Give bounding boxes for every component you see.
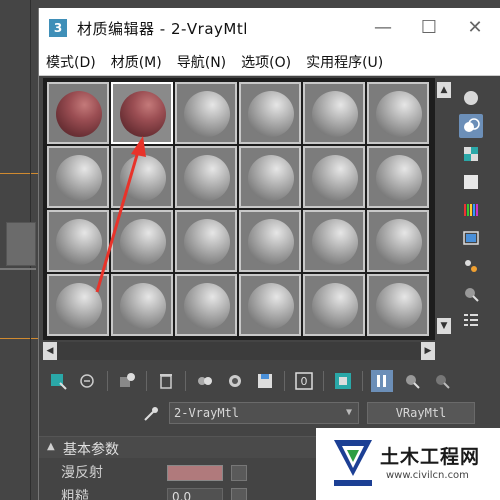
eyedropper-icon[interactable] [141,404,161,424]
scroll-right-button[interactable]: ▶ [421,342,435,360]
sample-uv-tiling-icon[interactable] [459,170,483,194]
make-unique-icon[interactable] [194,370,216,392]
toolbar-separator [362,371,363,391]
maximize-button[interactable]: ☐ [417,16,441,40]
watermark-logo-icon [334,440,372,486]
viewport-grid-line [0,338,38,339]
sample-type-sphere-icon[interactable] [459,86,483,110]
put-to-scene-icon[interactable] [77,370,99,392]
scroll-up-button[interactable]: ▲ [437,82,451,98]
annotation-arrow [95,136,146,293]
background-checker-icon[interactable] [459,142,483,166]
diffuse-color-swatch[interactable] [167,465,223,481]
video-color-check-icon[interactable] [459,198,483,222]
chevron-down-icon: ▼ [345,407,352,418]
toolbar-separator [185,371,186,391]
toolbar-separator [146,371,147,391]
reset-map-icon[interactable] [155,370,177,392]
toolbar-separator [107,371,108,391]
roughness-label: 粗糙 [61,489,89,500]
title-bar[interactable]: 3 材质编辑器 - 2-VrayMtl — ☐ ✕ [39,8,500,48]
watermark: 土木工程网 www.civilcn.com [316,428,500,500]
go-to-parent-icon[interactable] [401,370,423,392]
arrow-shaft [95,147,141,293]
show-shaded-icon[interactable] [332,370,354,392]
save-material-icon[interactable] [254,370,276,392]
watermark-title: 土木工程网 [380,446,481,468]
toolbar-separator [284,371,285,391]
app-icon: 3 [49,19,67,37]
diffuse-map-button[interactable] [231,465,247,481]
put-to-library-icon[interactable] [224,370,246,392]
viewport-grid-line [0,173,38,174]
menu-bar: 模式(D) 材质(M) 导航(N) 选项(O) 实用程序(U) [39,48,500,76]
show-end-result-icon[interactable] [371,370,393,392]
close-button[interactable]: ✕ [463,16,487,40]
menu-options[interactable]: 选项(O) [234,52,299,72]
material-editor-dialog: 3 材质编辑器 - 2-VrayMtl — ☐ ✕ 模式(D) 材质(M) 导航… [38,8,500,500]
assign-to-selection-icon[interactable] [116,370,138,392]
viewport-object-shadow [0,268,36,270]
material-name-field[interactable]: 2-VrayMtl ▼ [169,402,359,424]
bottom-toolbar: 0 [47,368,497,394]
roughness-map-button[interactable] [231,488,247,500]
watermark-url: www.civilcn.com [386,470,469,481]
roughness-value: 0.0 [172,490,192,500]
svg-text:0: 0 [301,375,308,388]
sample-slot-area [43,78,435,340]
scroll-left-button[interactable]: ◀ [43,342,57,360]
viewport-object [6,222,36,266]
material-id-channel-icon[interactable]: 0 [293,370,315,392]
menu-utilities[interactable]: 实用程序(U) [299,52,391,72]
material-name-text: 2-VrayMtl [174,406,240,420]
rollout-toggle-icon: ▲ [47,441,55,452]
material-name-row: 2-VrayMtl ▼ VRayMtl [39,402,500,426]
basic-params-title: 基本参数 [63,442,119,458]
scroll-down-button[interactable]: ▼ [437,318,451,334]
window-title: 材质编辑器 - 2-VrayMtl [77,19,248,38]
horizontal-scrollbar[interactable]: ◀ ▶ [43,342,435,360]
roughness-spinner[interactable]: 0.0 [167,488,223,500]
arrow-head [131,136,146,157]
minimize-button[interactable]: — [371,16,395,40]
material-type-button[interactable]: VRayMtl [367,402,475,424]
select-by-material-icon[interactable] [459,282,483,306]
material-map-navigator-icon[interactable] [459,308,483,332]
menu-material[interactable]: 材质(M) [104,52,170,72]
get-material-icon[interactable] [47,370,69,392]
toolbar-separator [323,371,324,391]
make-preview-icon[interactable] [459,226,483,250]
menu-mode[interactable]: 模式(D) [39,52,104,72]
go-forward-icon[interactable] [431,370,453,392]
backlight-icon[interactable] [459,114,483,138]
diffuse-label: 漫反射 [61,465,103,481]
menu-navigation[interactable]: 导航(N) [170,52,234,72]
options-icon[interactable] [459,254,483,278]
